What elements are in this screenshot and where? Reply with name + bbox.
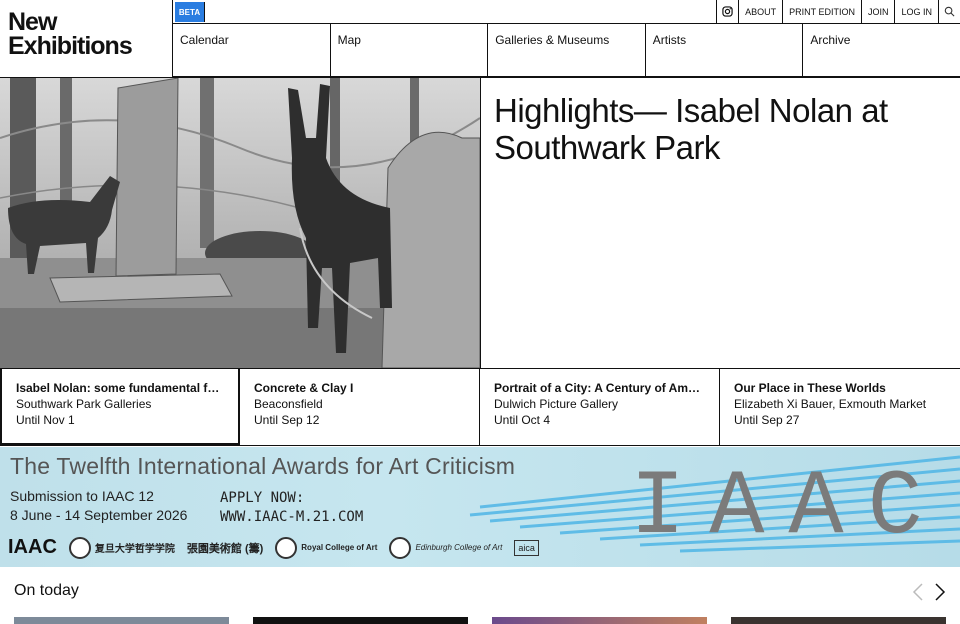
hero-title[interactable]: Highlights— Isabel Nolan at Southwark Pa… xyxy=(494,92,944,166)
card-until: Until Nov 1 xyxy=(16,413,75,427)
login-link[interactable]: LOG IN xyxy=(894,0,938,23)
chevron-right-icon[interactable] xyxy=(934,582,946,602)
nav-archive[interactable]: Archive xyxy=(803,24,960,76)
ad-headline: The Twelfth International Awards for Art… xyxy=(10,453,516,479)
carousel-controls xyxy=(912,582,946,602)
on-today-thumbnails xyxy=(14,617,946,624)
iaac-logo: IAAC xyxy=(8,536,57,558)
ad-submission: Submission to IAAC 12 xyxy=(10,488,154,504)
crest-icon xyxy=(275,536,298,559)
card-title: Portrait of a City: A Century of Americ.… xyxy=(494,381,705,395)
thumbnail[interactable] xyxy=(253,617,468,624)
hero-image[interactable] xyxy=(0,78,480,368)
edinburgh-logo: Edinburgh College of Art xyxy=(389,536,503,559)
card-venue: Beaconsfield xyxy=(254,397,323,411)
rca-logo: Royal College of Art xyxy=(275,536,378,559)
thumbnail[interactable] xyxy=(731,617,946,624)
card-venue: Elizabeth Xi Bauer, Exmouth Market xyxy=(734,397,927,411)
ad-dates: 8 June - 14 September 2026 xyxy=(10,507,188,523)
thumbnail[interactable] xyxy=(14,617,229,624)
card-title: Concrete & Clay I xyxy=(254,381,354,395)
card-title: Isabel Nolan: some fundamental forces xyxy=(16,381,224,395)
zhangyuan-logo: 張園美術館 (籌) xyxy=(187,540,263,556)
nav-artists[interactable]: Artists xyxy=(646,24,804,76)
ad-big-logo: IAAC xyxy=(630,455,947,560)
rca-label: Royal College of Art xyxy=(301,543,378,552)
card-title: Our Place in These Worlds xyxy=(734,381,886,395)
zhangyuan-label: 張園美術館 (籌) xyxy=(186,542,264,555)
ad-sponsor-logos: IAAC 复旦大学哲学学院 張園美術館 (籌) Royal College of… xyxy=(8,536,539,559)
crest-icon xyxy=(389,536,412,559)
logo-line-1: New xyxy=(8,8,57,36)
card-until: Until Sep 12 xyxy=(254,413,320,427)
edinburgh-label: Edinburgh College of Art xyxy=(415,543,503,552)
exhibition-card[interactable]: Portrait of a City: A Century of Americ.… xyxy=(480,369,720,445)
top-bar: BETA ABOUT PRINT EDITION JOIN LOG IN xyxy=(173,0,960,24)
top-links: ABOUT PRINT EDITION JOIN LOG IN xyxy=(716,0,960,23)
instagram-icon[interactable] xyxy=(716,0,738,23)
exhibition-card[interactable]: Isabel Nolan: some fundamental forces So… xyxy=(0,369,240,445)
ad-url: WWW.IAAC-M.21.COM xyxy=(220,509,364,525)
about-link[interactable]: ABOUT xyxy=(738,0,782,23)
card-until: Until Sep 27 xyxy=(734,413,800,427)
exhibition-card[interactable]: Concrete & Clay I Beaconsfield Until Sep… xyxy=(240,369,480,445)
nav-calendar[interactable]: Calendar xyxy=(173,24,331,76)
fudan-logo: 复旦大学哲学学院 xyxy=(68,536,175,559)
card-venue: Dulwich Picture Gallery xyxy=(494,397,619,411)
nav-galleries-museums[interactable]: Galleries & Museums xyxy=(488,24,646,76)
ad-banner[interactable]: The Twelfth International Awards for Art… xyxy=(0,447,960,567)
aica-label: aica xyxy=(514,539,539,556)
beta-badge: BETA xyxy=(175,2,205,22)
card-venue: Southwark Park Galleries xyxy=(16,397,152,411)
print-edition-link[interactable]: PRINT EDITION xyxy=(782,0,861,23)
main-nav: Calendar Map Galleries & Museums Artists… xyxy=(173,24,960,77)
site-logo[interactable]: New Exhibitions xyxy=(8,8,168,60)
seal-icon xyxy=(68,536,91,559)
on-today-heading: On today xyxy=(14,582,79,599)
ad-apply: APPLY NOW: xyxy=(220,490,305,506)
aica-logo: aica xyxy=(514,539,539,556)
nav-map[interactable]: Map xyxy=(331,24,489,76)
hero-divider xyxy=(480,78,481,368)
join-link[interactable]: JOIN xyxy=(860,0,895,23)
exhibition-cards: Isabel Nolan: some fundamental forces So… xyxy=(0,368,960,446)
chevron-left-icon[interactable] xyxy=(912,582,924,602)
card-until: Until Oct 4 xyxy=(494,413,551,427)
search-icon[interactable] xyxy=(938,0,960,23)
fudan-label: 复旦大学哲学学院 xyxy=(94,544,175,555)
thumbnail[interactable] xyxy=(492,617,707,624)
logo-line-2: Exhibitions xyxy=(8,32,133,60)
exhibition-card[interactable]: Our Place in These Worlds Elizabeth Xi B… xyxy=(720,369,960,445)
